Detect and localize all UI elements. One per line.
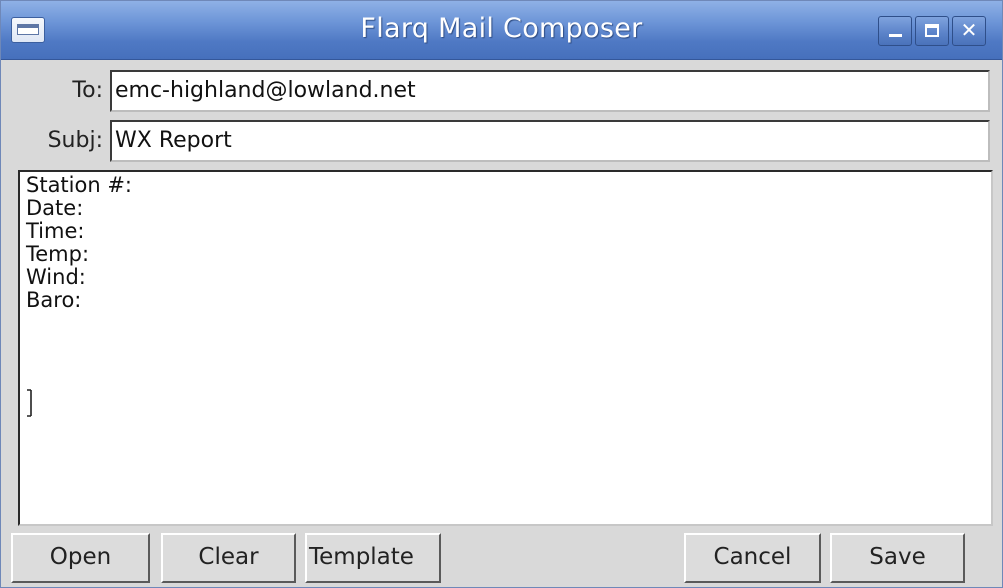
maximize-icon[interactable]	[915, 16, 949, 46]
body-line: Baro:	[26, 288, 82, 312]
clear-button[interactable]: Clear	[161, 533, 296, 583]
open-button[interactable]: Open	[11, 533, 150, 583]
mail-composer-window: Flarq Mail Composer ✕ To: emc-highland@l…	[0, 0, 1003, 588]
template-button[interactable]: Template	[305, 533, 441, 583]
to-field[interactable]: emc-highland@lowland.net	[110, 70, 990, 112]
cancel-button[interactable]: Cancel	[684, 533, 821, 583]
body-line: Date:	[26, 196, 84, 220]
subject-field[interactable]: WX Report	[110, 120, 990, 162]
title-bar[interactable]: Flarq Mail Composer ✕	[1, 1, 1002, 60]
minimize-icon[interactable]	[878, 16, 912, 46]
body-line: Time:	[26, 219, 85, 243]
subject-label: Subj:	[47, 128, 103, 153]
text-cursor-icon	[27, 389, 32, 417]
body-line: Station #:	[26, 173, 133, 197]
message-body[interactable]: Station #: Date: Time: Temp: Wind: Baro:	[18, 170, 993, 526]
to-label: To:	[72, 78, 103, 103]
close-icon[interactable]: ✕	[952, 16, 986, 46]
body-line: Temp:	[26, 242, 90, 266]
body-line: Wind:	[26, 265, 86, 289]
window-title: Flarq Mail Composer	[360, 13, 643, 44]
save-button[interactable]: Save	[830, 533, 965, 583]
